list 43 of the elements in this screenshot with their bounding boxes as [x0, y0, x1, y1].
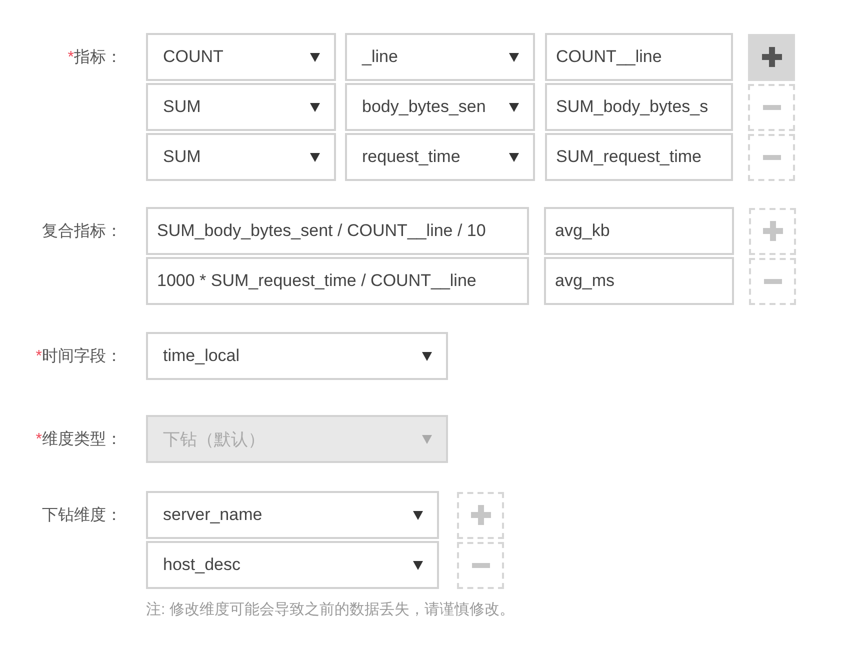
function-dropdown[interactable]: COUNT	[146, 33, 336, 81]
caret-icon	[422, 434, 432, 444]
minus-icon	[764, 278, 782, 284]
plus-icon	[762, 221, 782, 241]
dimension-dropdown[interactable]: host_desc	[146, 541, 439, 589]
caret-icon	[310, 152, 320, 162]
field-label: *指标：	[68, 48, 122, 68]
field-label: 下钻维度：	[42, 506, 122, 526]
add-button[interactable]	[748, 34, 795, 80]
column-dropdown[interactable]: body_bytes_sen	[345, 83, 535, 131]
dimension-dropdown[interactable]: server_name	[146, 491, 439, 539]
field-label: *时间字段：	[36, 346, 122, 366]
caret-icon	[509, 152, 519, 162]
alias-input[interactable]: SUM_body_bytes_s	[545, 83, 733, 131]
remove-button[interactable]	[749, 258, 796, 304]
caret-icon	[422, 352, 432, 360]
field-label: *维度类型：	[36, 430, 122, 450]
function-dropdown[interactable]: SUM	[146, 83, 336, 131]
field-label: 复合指标：	[42, 222, 122, 242]
alias-input[interactable]: SUM_request_time	[545, 133, 733, 181]
plus-icon	[470, 505, 490, 525]
remove-button[interactable]	[748, 134, 795, 180]
alias-input[interactable]: COUNT__line	[545, 33, 733, 81]
minus-icon	[472, 562, 490, 568]
plus-icon	[762, 47, 782, 67]
alias-input[interactable]: avg_kb	[544, 207, 734, 255]
remove-button[interactable]	[457, 542, 504, 588]
warning-note: 注: 修改维度可能会导致之前的数据丢失，请谨慎修改。	[146, 600, 514, 619]
column-dropdown[interactable]: request_time	[345, 133, 535, 181]
caret-icon	[509, 102, 519, 112]
caret-icon	[413, 560, 423, 570]
column-dropdown[interactable]: _line	[345, 33, 535, 81]
function-dropdown[interactable]: SUM	[146, 133, 336, 181]
caret-icon	[413, 510, 423, 520]
alias-input[interactable]: avg_ms	[544, 257, 734, 305]
time-field-dropdown[interactable]: time_local	[146, 332, 448, 380]
caret-icon	[310, 102, 320, 112]
formula-input[interactable]: 1000 * SUM_request_time / COUNT__line	[146, 257, 529, 305]
caret-icon	[310, 52, 320, 62]
minus-icon	[762, 104, 780, 110]
formula-input[interactable]: SUM_body_bytes_sent / COUNT__line / 10	[146, 207, 529, 255]
caret-icon	[509, 52, 519, 62]
minus-icon	[762, 154, 780, 160]
